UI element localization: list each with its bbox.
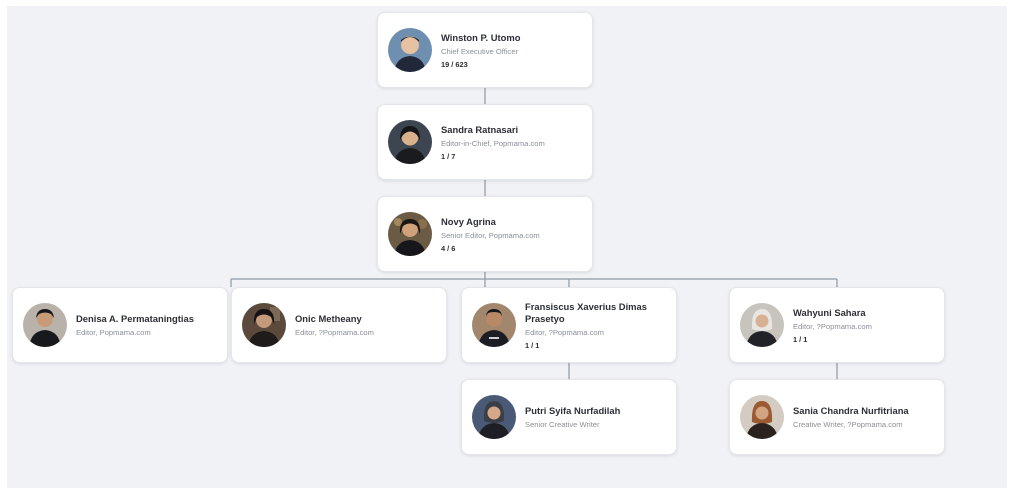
- avatar-photo-winston: [388, 28, 432, 72]
- avatar-photo-denisa: [23, 303, 67, 347]
- node-name: Novy Agrina: [441, 215, 496, 227]
- node-count: 1 / 1: [793, 334, 808, 344]
- node-title: Creative Writer, ?Popmama.com: [793, 419, 903, 429]
- org-card-onic[interactable]: Onic Metheany Editor, ?Popmama.com: [231, 287, 447, 363]
- node-name: Putri Syifa Nurfadilah: [525, 404, 621, 416]
- node-title: Editor, Popmama.com: [76, 327, 151, 337]
- node-title: Editor, ?Popmama.com: [793, 321, 872, 331]
- node-count: 19 / 623: [441, 59, 468, 69]
- avatar-photo-wahyuni: [740, 303, 784, 347]
- org-card-winston[interactable]: Winston P. Utomo Chief Executive Officer…: [377, 12, 593, 88]
- org-card-sandra[interactable]: Sandra Ratnasari Editor-in-Chief, Popmam…: [377, 104, 593, 180]
- avatar-photo-fransiscus: [472, 303, 516, 347]
- node-title: Editor-in-Chief, Popmama.com: [441, 138, 545, 148]
- node-name: Sania Chandra Nurfitriana: [793, 404, 909, 416]
- node-title: Editor, ?Popmama.com: [295, 327, 374, 337]
- avatar-photo-onic: [242, 303, 286, 347]
- org-card-fransiscus[interactable]: Fransiscus Xaverius Dimas Prasetyo Edito…: [461, 287, 677, 363]
- node-title: Senior Creative Writer: [525, 419, 600, 429]
- avatar-photo-novy: [388, 212, 432, 256]
- org-card-wahyuni[interactable]: Wahyuni Sahara Editor, ?Popmama.com 1 / …: [729, 287, 945, 363]
- node-name: Fransiscus Xaverius Dimas Prasetyo: [525, 300, 647, 324]
- org-card-sania[interactable]: Sania Chandra Nurfitriana Creative Write…: [729, 379, 945, 455]
- org-card-putri[interactable]: Putri Syifa Nurfadilah Senior Creative W…: [461, 379, 677, 455]
- avatar-photo-sania: [740, 395, 784, 439]
- node-name: Denisa A. Permataningtias: [76, 312, 194, 324]
- node-count: 1 / 7: [441, 151, 456, 161]
- node-name: Sandra Ratnasari: [441, 123, 519, 135]
- node-name: Wahyuni Sahara: [793, 306, 866, 318]
- org-card-denisa[interactable]: Denisa A. Permataningtias Editor, Popmam…: [12, 287, 228, 363]
- node-count: 4 / 6: [441, 243, 456, 253]
- org-card-novy[interactable]: Novy Agrina Senior Editor, Popmama.com 4…: [377, 196, 593, 272]
- avatar-photo-putri: [472, 395, 516, 439]
- node-name: Onic Metheany: [295, 312, 362, 324]
- node-name: Winston P. Utomo: [441, 31, 521, 43]
- node-title: Editor, ?Popmama.com: [525, 327, 604, 337]
- node-title: Senior Editor, Popmama.com: [441, 230, 540, 240]
- node-title: Chief Executive Officer: [441, 46, 519, 56]
- avatar-photo-sandra: [388, 120, 432, 164]
- node-count: 1 / 1: [525, 340, 540, 350]
